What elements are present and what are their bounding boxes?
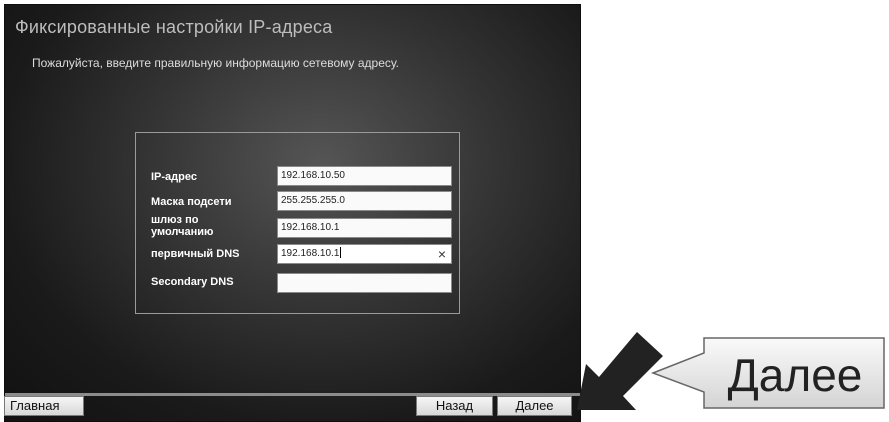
secondary-dns-label: Secondary DNS xyxy=(151,276,234,288)
page-subtitle: Пожалуйста, введите правильную информаци… xyxy=(32,56,399,70)
ip-address-input[interactable]: 192.168.10.50 xyxy=(277,166,452,186)
back-button[interactable]: Назад xyxy=(416,396,493,416)
ip-address-label: IP-адрес xyxy=(151,171,197,183)
subnet-mask-label: Маска подсети xyxy=(151,196,232,208)
form-row-default-gateway: шлюз по умолчанию 192.168.10.1 xyxy=(136,214,459,240)
default-gateway-input[interactable]: 192.168.10.1 xyxy=(277,218,452,238)
callout-text: Далее xyxy=(727,349,863,401)
text-caret xyxy=(340,247,342,258)
primary-dns-value: 192.168.10.1 xyxy=(281,248,340,259)
primary-dns-input[interactable]: 192.168.10.1 × xyxy=(277,244,452,264)
form-row-secondary-dns: Secondary DNS xyxy=(136,268,459,294)
secondary-dns-input[interactable] xyxy=(277,273,452,293)
ip-settings-form: IP-адрес 192.168.10.50 Маска подсети 255… xyxy=(135,132,460,314)
clear-icon[interactable]: × xyxy=(438,245,446,263)
footer-divider xyxy=(5,393,580,396)
page-title: Фиксированные настройки IP-адреса xyxy=(15,17,333,37)
form-row-subnet-mask: Маска подсети 255.255.255.0 xyxy=(136,190,459,216)
primary-dns-label: первичный DNS xyxy=(151,248,240,260)
next-button[interactable]: Далее xyxy=(497,396,572,416)
default-gateway-label: шлюз по умолчанию xyxy=(151,214,214,238)
home-button[interactable]: Главная xyxy=(4,396,84,416)
form-row-ip-address: IP-адрес 192.168.10.50 xyxy=(136,165,459,191)
form-row-primary-dns: первичный DNS 192.168.10.1 × xyxy=(136,243,459,269)
subnet-mask-input[interactable]: 255.255.255.0 xyxy=(277,191,452,211)
wizard-panel: Фиксированные настройки IP-адреса Пожалу… xyxy=(4,4,581,422)
